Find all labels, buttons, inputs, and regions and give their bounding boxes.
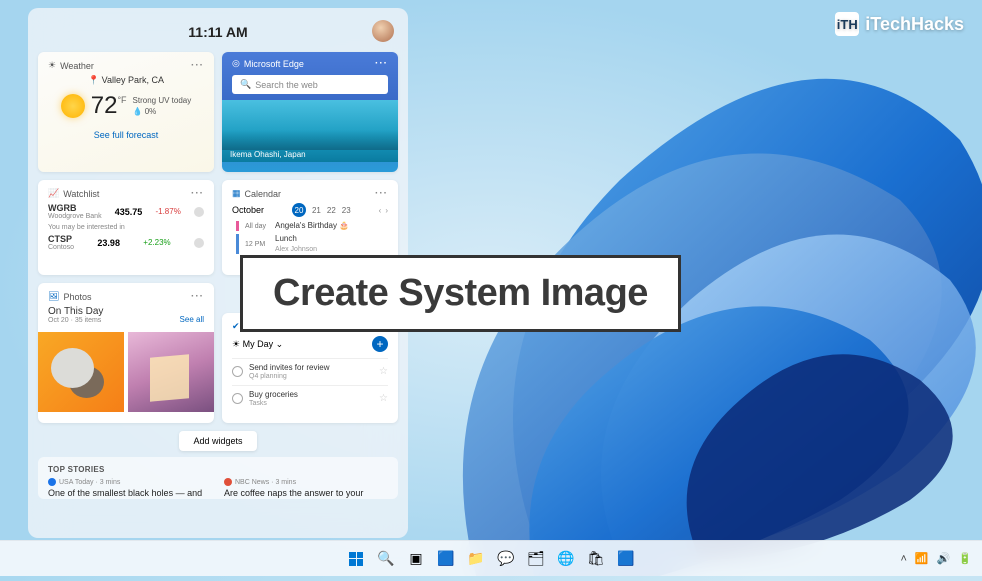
stock-status-icon bbox=[194, 238, 204, 248]
user-avatar[interactable] bbox=[372, 20, 394, 42]
edge-icon: ◎ bbox=[232, 58, 240, 69]
explorer-button[interactable]: 📁 bbox=[463, 546, 489, 572]
photos-seeall-link[interactable]: See all bbox=[180, 315, 204, 324]
chart-icon: 📈 bbox=[48, 188, 59, 199]
add-widgets-button[interactable]: Add widgets bbox=[179, 431, 256, 451]
calendar-more-button[interactable]: ··· bbox=[375, 188, 388, 199]
panel-time: 11:11 AM bbox=[188, 24, 247, 40]
taskview-button[interactable]: ▣ bbox=[403, 546, 429, 572]
todo-checkbox[interactable] bbox=[232, 366, 243, 377]
system-tray[interactable]: ˄ 📶 🔊 🔋 bbox=[900, 552, 972, 565]
calendar-title: Calendar bbox=[245, 189, 282, 199]
weather-temp: 72 bbox=[91, 92, 118, 119]
story-item[interactable]: USA Today · 3 mins One of the smallest b… bbox=[48, 478, 212, 499]
cal-next[interactable]: › bbox=[385, 206, 388, 215]
brand-name: iTechHacks bbox=[865, 14, 964, 35]
stock-row[interactable]: WGRBWoodgrove Bank 435.75 -1.87% bbox=[48, 203, 204, 220]
brand-watermark: iTH iTechHacks bbox=[835, 12, 964, 36]
edge-feature-image: Ikema Ohashi, Japan bbox=[222, 100, 398, 162]
watchlist-interest: You may be interested in bbox=[48, 224, 204, 231]
photos-icon: 🖼 bbox=[48, 291, 59, 302]
calendar-month: October bbox=[232, 205, 264, 215]
todo-item[interactable]: Send invites for reviewQ4 planning ☆ bbox=[232, 358, 388, 385]
stock-row[interactable]: CTSPContoso 23.98 +2.23% bbox=[48, 234, 204, 251]
top-stories: TOP STORIES USA Today · 3 mins One of th… bbox=[38, 457, 398, 499]
watchlist-more-button[interactable]: ··· bbox=[191, 188, 204, 199]
search-icon: 🔍 bbox=[240, 79, 251, 90]
app-button[interactable]: 🟦 bbox=[613, 546, 639, 572]
calendar-day[interactable]: 22 bbox=[327, 206, 336, 215]
source-icon bbox=[48, 478, 56, 486]
source-icon bbox=[224, 478, 232, 486]
calendar-event[interactable]: All day Angela's Birthday 🎂 bbox=[236, 221, 388, 231]
todo-icon: ✔ bbox=[232, 321, 240, 332]
wifi-icon[interactable]: 📶 bbox=[915, 552, 929, 565]
edge-widget[interactable]: ◎ Microsoft Edge ··· 🔍Search the web Ikem… bbox=[222, 52, 398, 172]
todo-add-button[interactable]: + bbox=[372, 336, 388, 352]
weather-forecast-link[interactable]: See full forecast bbox=[48, 130, 204, 140]
star-icon[interactable]: ☆ bbox=[379, 366, 388, 377]
start-button[interactable] bbox=[343, 546, 369, 572]
weather-title: Weather bbox=[60, 61, 94, 71]
battery-icon[interactable]: 🔋 bbox=[958, 552, 972, 565]
widgets-button[interactable]: 🟦 bbox=[433, 546, 459, 572]
search-button[interactable]: 🔍 bbox=[373, 546, 399, 572]
weather-widget[interactable]: ☀Weather ··· 📍 Valley Park, CA 72°F Stro… bbox=[38, 52, 214, 172]
stock-status-icon bbox=[194, 207, 204, 217]
files-button[interactable]: 🗂 bbox=[523, 546, 549, 572]
edge-more-button[interactable]: ··· bbox=[375, 58, 388, 69]
widgets-header: 11:11 AM bbox=[38, 18, 398, 46]
weather-location: 📍 Valley Park, CA bbox=[48, 75, 204, 86]
photo-thumb[interactable] bbox=[38, 332, 124, 412]
brand-icon: iTH bbox=[835, 12, 859, 36]
star-icon[interactable]: ☆ bbox=[379, 393, 388, 404]
overlay-banner-text: Create System Image bbox=[273, 272, 648, 315]
calendar-day[interactable]: 21 bbox=[312, 206, 321, 215]
calendar-icon: ▦ bbox=[232, 188, 241, 199]
calendar-day[interactable]: 23 bbox=[342, 206, 351, 215]
weather-icon: ☀ bbox=[48, 60, 56, 71]
story-item[interactable]: NBC News · 3 mins Are coffee naps the an… bbox=[224, 478, 388, 499]
sun-icon bbox=[61, 94, 85, 118]
store-button[interactable]: 🛍 bbox=[583, 546, 609, 572]
taskbar-center: 🔍 ▣ 🟦 📁 💬 🗂 🌐 🛍 🟦 bbox=[343, 546, 639, 572]
calendar-day-active[interactable]: 20 bbox=[292, 203, 306, 217]
watchlist-widget[interactable]: 📈 Watchlist ··· WGRBWoodgrove Bank 435.75… bbox=[38, 180, 214, 275]
edge-title: Microsoft Edge bbox=[244, 59, 304, 69]
photos-title: Photos bbox=[63, 292, 91, 302]
chat-button[interactable]: 💬 bbox=[493, 546, 519, 572]
calendar-days: 20 21 22 23 bbox=[292, 203, 351, 217]
todo-item[interactable]: Buy groceriesTasks ☆ bbox=[232, 385, 388, 412]
chevron-up-icon[interactable]: ˄ bbox=[900, 553, 906, 565]
stories-title: TOP STORIES bbox=[48, 465, 388, 474]
calendar-event[interactable]: 12 PM LunchAlex Johnson bbox=[236, 234, 388, 253]
overlay-banner: Create System Image bbox=[240, 255, 681, 332]
watchlist-title: Watchlist bbox=[63, 189, 99, 199]
edge-button[interactable]: 🌐 bbox=[553, 546, 579, 572]
taskbar: 🔍 ▣ 🟦 📁 💬 🗂 🌐 🛍 🟦 ˄ 📶 🔊 🔋 bbox=[0, 540, 982, 576]
todo-checkbox[interactable] bbox=[232, 393, 243, 404]
edge-caption: Ikema Ohashi, Japan bbox=[230, 150, 306, 159]
todo-myday[interactable]: ☀ My Day ⌄ bbox=[232, 339, 283, 350]
volume-icon[interactable]: 🔊 bbox=[937, 552, 951, 565]
photo-thumb[interactable] bbox=[128, 332, 214, 412]
cal-prev[interactable]: ‹ bbox=[379, 206, 382, 215]
weather-more-button[interactable]: ··· bbox=[191, 60, 204, 71]
photos-more-button[interactable]: ··· bbox=[191, 291, 204, 302]
edge-search-input[interactable]: 🔍Search the web bbox=[232, 75, 388, 94]
weather-cond: Strong UV today 💧 0% bbox=[133, 95, 192, 117]
photos-widget[interactable]: 🖼Photos ··· On This Day Oct 20 · 35 item… bbox=[38, 283, 214, 423]
